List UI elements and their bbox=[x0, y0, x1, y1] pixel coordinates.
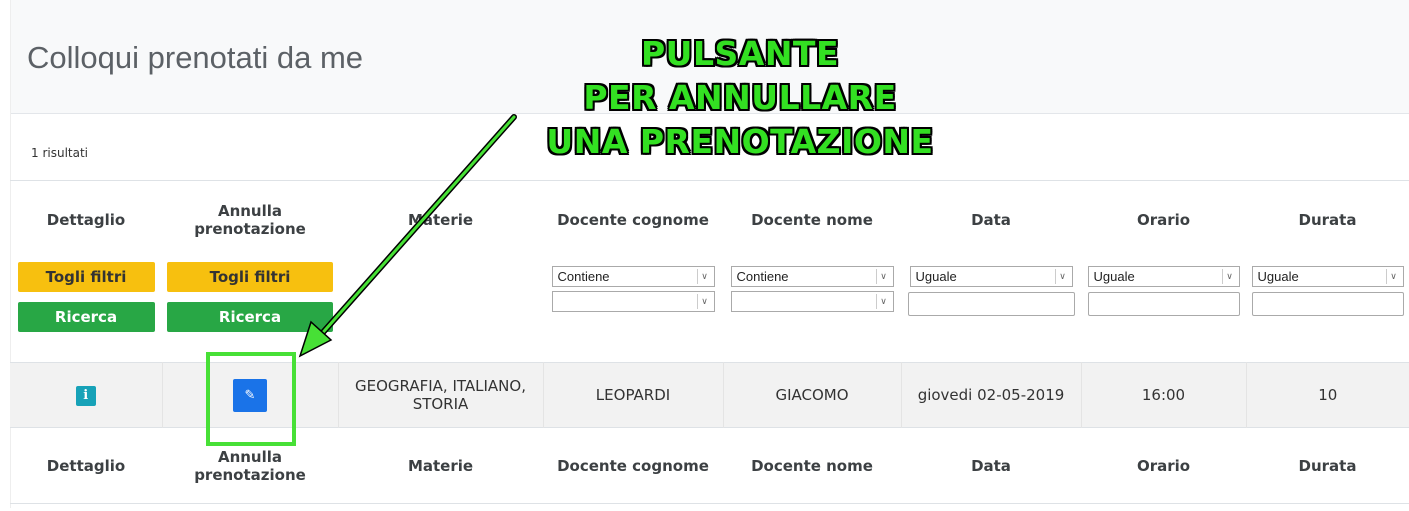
cell-dettaglio: i bbox=[10, 362, 163, 428]
table-row: i ✎ GEOGRAFIA, ITALIANO, STORIA LEOPARDI… bbox=[10, 362, 1409, 428]
column-header-docente-cognome[interactable]: Docente cognome bbox=[543, 180, 723, 259]
filter-cell-orario: Uguale ∨ bbox=[1081, 259, 1246, 363]
cell-docente-nome: GIACOMO bbox=[723, 362, 902, 428]
column-header-durata[interactable]: Durata bbox=[1246, 180, 1409, 259]
durata-operator-select[interactable]: Uguale ∨ bbox=[1251, 266, 1404, 287]
docente-nome-operator-value: Contiene bbox=[736, 269, 789, 284]
info-icon[interactable]: i bbox=[75, 385, 96, 406]
durata-filter-input[interactable] bbox=[1251, 292, 1404, 316]
bookings-table: Dettaglio Annulla prenotazione Materie D… bbox=[10, 180, 1409, 504]
column-header-annulla-prenotazione[interactable]: Annulla prenotazione bbox=[162, 180, 338, 259]
footer-header-dettaglio: Dettaglio bbox=[10, 427, 162, 504]
filter-cell-annulla: Togli filtri Ricerca bbox=[162, 259, 338, 363]
filter-row: Togli filtri Ricerca Togli filtri Ricerc… bbox=[10, 259, 1409, 363]
results-count: 1 risultati bbox=[31, 146, 89, 160]
annotation-line-1: PULSANTE bbox=[641, 34, 839, 73]
chevron-down-icon: ∨ bbox=[1054, 269, 1070, 284]
chevron-down-icon: ∨ bbox=[696, 294, 712, 309]
footer-header-orario: Orario bbox=[1081, 427, 1246, 504]
column-header-data[interactable]: Data bbox=[901, 180, 1081, 259]
column-header-dettaglio[interactable]: Dettaglio bbox=[10, 180, 162, 259]
filter-cell-data: Uguale ∨ bbox=[901, 259, 1081, 363]
docente-cognome-operator-select[interactable]: Contiene ∨ bbox=[551, 266, 715, 287]
table-footer-row: Dettaglio Annulla prenotazione Materie D… bbox=[10, 427, 1409, 504]
orario-filter-input[interactable] bbox=[1087, 292, 1240, 316]
cell-annulla: ✎ bbox=[162, 362, 339, 428]
annotation-line-3: UNA PRENOTAZIONE bbox=[546, 122, 934, 161]
cell-orario: 16:00 bbox=[1081, 362, 1247, 428]
chevron-down-icon: ∨ bbox=[875, 269, 891, 284]
column-header-orario[interactable]: Orario bbox=[1081, 180, 1246, 259]
docente-cognome-value-select[interactable]: ∨ bbox=[551, 291, 715, 312]
column-header-docente-nome[interactable]: Docente nome bbox=[723, 180, 901, 259]
cell-data: giovedi 02-05-2019 bbox=[901, 362, 1082, 428]
filter-cell-docente-nome: Contiene ∨ ∨ bbox=[723, 259, 901, 363]
search-button[interactable]: Ricerca bbox=[17, 302, 155, 332]
clear-filters-button-secondary[interactable]: Togli filtri bbox=[167, 262, 333, 292]
cell-materie: GEOGRAFIA, ITALIANO, STORIA bbox=[338, 362, 544, 428]
docente-nome-value-select[interactable]: ∨ bbox=[730, 291, 894, 312]
footer-header-docente-nome: Docente nome bbox=[723, 427, 901, 504]
cell-docente-cognome: LEOPARDI bbox=[543, 362, 724, 428]
data-operator-select[interactable]: Uguale ∨ bbox=[909, 266, 1073, 287]
chevron-down-icon: ∨ bbox=[875, 294, 891, 309]
footer-header-durata: Durata bbox=[1246, 427, 1409, 504]
footer-header-materie: Materie bbox=[338, 427, 543, 504]
docente-nome-operator-select[interactable]: Contiene ∨ bbox=[730, 266, 894, 287]
footer-header-docente-cognome: Docente cognome bbox=[543, 427, 723, 504]
footer-header-annulla-prenotazione: Annulla prenotazione bbox=[162, 427, 338, 504]
filter-cell-dettaglio: Togli filtri Ricerca bbox=[10, 259, 162, 363]
filter-cell-materie bbox=[338, 259, 543, 363]
table-header-row: Dettaglio Annulla prenotazione Materie D… bbox=[10, 180, 1409, 259]
annotation-line-2: PER ANNULLARE bbox=[583, 78, 897, 117]
durata-operator-value: Uguale bbox=[1257, 269, 1299, 284]
filter-cell-durata: Uguale ∨ bbox=[1246, 259, 1409, 363]
page-title: Colloqui prenotati da me bbox=[27, 40, 364, 75]
search-button-secondary[interactable]: Ricerca bbox=[167, 302, 333, 332]
footer-header-data: Data bbox=[901, 427, 1081, 504]
chevron-down-icon: ∨ bbox=[1385, 269, 1401, 284]
orario-operator-select[interactable]: Uguale ∨ bbox=[1087, 266, 1240, 287]
data-operator-value: Uguale bbox=[915, 269, 957, 284]
docente-cognome-operator-value: Contiene bbox=[557, 269, 610, 284]
filter-cell-docente-cognome: Contiene ∨ ∨ bbox=[543, 259, 723, 363]
chevron-down-icon: ∨ bbox=[1221, 269, 1237, 284]
chevron-down-icon: ∨ bbox=[696, 269, 712, 284]
annotation-callout: PULSANTE PER ANNULLARE UNA PRENOTAZIONE bbox=[510, 32, 970, 164]
data-filter-input[interactable] bbox=[907, 292, 1075, 316]
cell-durata: 10 bbox=[1246, 362, 1409, 428]
orario-operator-value: Uguale bbox=[1093, 269, 1135, 284]
edit-icon[interactable]: ✎ bbox=[233, 378, 267, 412]
column-header-materie[interactable]: Materie bbox=[338, 180, 543, 259]
clear-filters-button[interactable]: Togli filtri bbox=[17, 262, 155, 292]
